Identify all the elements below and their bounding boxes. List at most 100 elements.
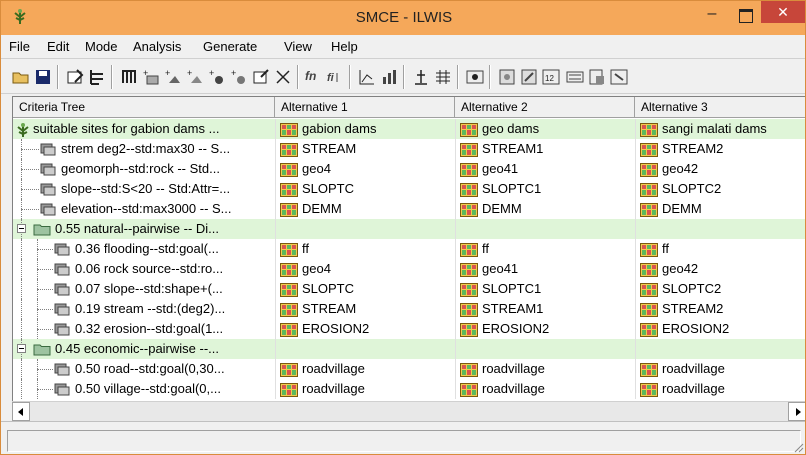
alternative-2-cell[interactable]: EROSION2 [455, 319, 635, 339]
alternative-1-cell[interactable]: geo4 [275, 259, 455, 279]
list-icon[interactable] [565, 67, 585, 87]
alternative-2-cell[interactable]: geo41 [455, 159, 635, 179]
menu-file[interactable]: File [9, 39, 30, 54]
delete-icon[interactable] [273, 67, 293, 87]
alternative-1-cell[interactable]: gabion dams [275, 119, 455, 139]
alternative-1-cell[interactable]: SLOPTC [275, 279, 455, 299]
criteria-tree-cell[interactable]: slope--std:S<20 -- Std:Attr=... [13, 179, 275, 199]
columns-icon[interactable] [119, 67, 139, 87]
alternative-1-cell[interactable]: EROSION2 [275, 319, 455, 339]
collapse-icon[interactable] [17, 224, 26, 233]
alternative-1-cell[interactable]: roadvillage [275, 359, 455, 379]
alternative-3-cell[interactable]: DEMM [635, 199, 805, 219]
menu-analysis[interactable]: Analysis [133, 39, 181, 54]
menu-help[interactable]: Help [331, 39, 358, 54]
resize-grip-icon[interactable] [792, 441, 804, 453]
criteria-tree-cell[interactable]: 0.45 economic--pairwise --... [13, 339, 275, 359]
criteria-tree-cell[interactable]: 0.19 stream --std:(deg2)... [13, 299, 275, 319]
table-row[interactable]: 0.32 erosion--std:goal(1... EROSION2 EROSI… [13, 319, 805, 339]
graph-icon[interactable] [357, 67, 377, 87]
scroll-left-button[interactable] [12, 402, 30, 421]
function-icon[interactable]: fn [305, 69, 316, 83]
tree-view-icon[interactable] [87, 67, 107, 87]
collapse-icon[interactable] [17, 344, 26, 353]
column-header-criteria-tree[interactable]: Criteria Tree [13, 97, 275, 118]
criteria-tree-cell[interactable]: 0.50 road--std:goal(0,30... [13, 359, 275, 379]
number-icon[interactable]: 12 [541, 67, 561, 87]
criteria-tree-cell[interactable]: strem deg2--std:max30 -- S... [13, 139, 275, 159]
table-row[interactable]: 0.55 natural--pairwise -- Di... [13, 219, 805, 239]
save-icon[interactable] [33, 67, 53, 87]
weights-icon[interactable]: fi [325, 67, 345, 87]
table-row[interactable]: 0.50 village--std:goal(0,... roadvillage r… [13, 379, 805, 399]
column-header-alternative-2[interactable]: Alternative 2 [455, 97, 635, 118]
horizontal-scrollbar[interactable] [12, 401, 805, 421]
maximize-button[interactable] [731, 5, 759, 27]
column-header-alternative-1[interactable]: Alternative 1 [275, 97, 455, 118]
grid-icon[interactable] [433, 67, 453, 87]
alternative-1-cell[interactable]: STREAM [275, 139, 455, 159]
alternative-2-cell[interactable]: roadvillage [455, 379, 635, 399]
alternative-3-cell[interactable]: roadvillage [635, 379, 805, 399]
title-bar[interactable]: SMCE - ILWIS – ✕ [1, 1, 805, 35]
table-row[interactable]: strem deg2--std:max30 -- S... STREAM STREA… [13, 139, 805, 159]
menu-view[interactable]: View [284, 39, 312, 54]
menu-edit[interactable]: Edit [47, 39, 69, 54]
table-row[interactable]: 0.45 economic--pairwise --... [13, 339, 805, 359]
alternative-3-cell[interactable]: EROSION2 [635, 319, 805, 339]
table-row[interactable]: suitable sites for gabion dams ... gabion… [13, 119, 805, 139]
alternative-2-cell[interactable]: geo41 [455, 259, 635, 279]
map-icon[interactable] [497, 67, 517, 87]
alternative-3-cell[interactable]: SLOPTC2 [635, 179, 805, 199]
add-group-icon[interactable]: + [141, 67, 161, 87]
close-button[interactable]: ✕ [761, 1, 805, 23]
alternative-3-cell[interactable] [635, 219, 805, 239]
alternative-3-cell[interactable]: roadvillage [635, 359, 805, 379]
alternative-1-cell[interactable] [275, 219, 455, 239]
alternative-2-cell[interactable]: STREAM1 [455, 139, 635, 159]
alternative-1-cell[interactable] [275, 339, 455, 359]
table-row[interactable]: 0.07 slope--std:shape+(... SLOPTC SLOPTC1 S… [13, 279, 805, 299]
alternative-1-cell[interactable]: roadvillage [275, 379, 455, 399]
criteria-tree-cell[interactable]: geomorph--std:rock -- Std... [13, 159, 275, 179]
alternative-3-cell[interactable]: sangi malati dams [635, 119, 805, 139]
balance-icon[interactable] [411, 67, 431, 87]
criteria-tree-cell[interactable]: 0.32 erosion--std:goal(1... [13, 319, 275, 339]
table-row[interactable]: 0.06 rock source--std:ro... geo4 geo41 geo4… [13, 259, 805, 279]
menu-mode[interactable]: Mode [85, 39, 118, 54]
scroll-track[interactable] [30, 402, 788, 421]
alternative-2-cell[interactable] [455, 339, 635, 359]
column-header-alternative-3[interactable]: Alternative 3 [635, 97, 805, 118]
table-row[interactable]: 0.50 road--std:goal(0,30... roadvillage ro… [13, 359, 805, 379]
criteria-tree-cell[interactable]: 0.06 rock source--std:ro... [13, 259, 275, 279]
alternative-3-cell[interactable]: geo42 [635, 259, 805, 279]
alternative-2-cell[interactable]: DEMM [455, 199, 635, 219]
criteria-tree-cell[interactable]: 0.07 slope--std:shape+(... [13, 279, 275, 299]
alternative-1-cell[interactable]: SLOPTC [275, 179, 455, 199]
table-row[interactable]: 0.19 stream --std:(deg2)... STREAM STREAM1… [13, 299, 805, 319]
alternative-2-cell[interactable]: SLOPTC1 [455, 179, 635, 199]
stats-icon[interactable] [379, 67, 399, 87]
alternative-2-cell[interactable]: STREAM1 [455, 299, 635, 319]
criteria-tree-cell[interactable]: 0.55 natural--pairwise -- Di... [13, 219, 275, 239]
alternative-2-cell[interactable]: SLOPTC1 [455, 279, 635, 299]
alternative-1-cell[interactable]: DEMM [275, 199, 455, 219]
alternative-2-cell[interactable]: roadvillage [455, 359, 635, 379]
minimize-button[interactable]: – [697, 5, 727, 27]
alternative-3-cell[interactable]: SLOPTC2 [635, 279, 805, 299]
criteria-tree-cell[interactable]: 0.36 flooding--std:goal(... [13, 239, 275, 259]
table-row[interactable]: elevation--std:max3000 -- S... DEMM DEMM DE… [13, 199, 805, 219]
alternative-3-cell[interactable]: ff [635, 239, 805, 259]
alternative-3-cell[interactable]: STREAM2 [635, 139, 805, 159]
criteria-tree-cell[interactable]: elevation--std:max3000 -- S... [13, 199, 275, 219]
eye-icon[interactable] [465, 67, 485, 87]
zoom-icon[interactable] [519, 67, 539, 87]
alternative-3-cell[interactable] [635, 339, 805, 359]
criteria-tree-cell[interactable]: 0.50 village--std:goal(0,... [13, 379, 275, 399]
add-constraint-icon[interactable]: + [185, 67, 205, 87]
alternative-1-cell[interactable]: ff [275, 239, 455, 259]
alternative-2-cell[interactable]: ff [455, 239, 635, 259]
criteria-tree-cell[interactable]: suitable sites for gabion dams ... [13, 119, 275, 139]
table-row[interactable]: slope--std:S<20 -- Std:Attr=... SLOPTC SLO… [13, 179, 805, 199]
table-row[interactable]: geomorph--std:rock -- Std... geo4 geo41 geo… [13, 159, 805, 179]
